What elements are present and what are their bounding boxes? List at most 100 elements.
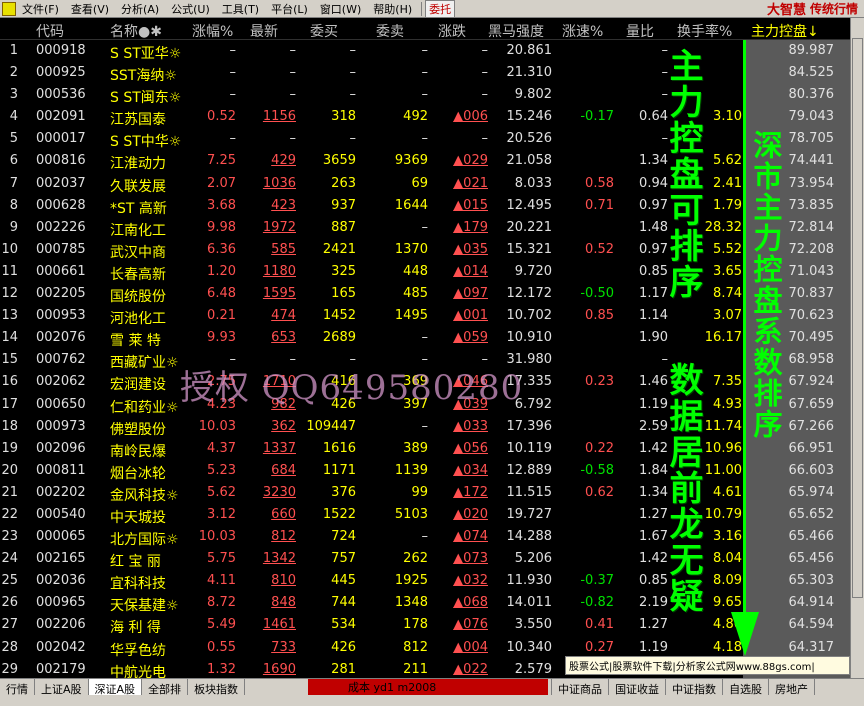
table-row[interactable]: 12 002205 国统股份 6.48 1595 165 485 ▲097 12.172 -0.5… bbox=[0, 283, 864, 305]
change: ▲179 bbox=[453, 219, 488, 235]
dark-horse-strength: 12.495 bbox=[506, 197, 553, 213]
change: ▲021 bbox=[453, 175, 488, 191]
bid-volume: – bbox=[349, 87, 357, 103]
tab-6[interactable]: 中证商品 bbox=[552, 679, 610, 696]
table-row[interactable]: 14 002076 雪 莱 特 9.93 653 2689– ▲059 10.910 1.90 1… bbox=[0, 327, 864, 349]
bid-volume: 1171 bbox=[322, 462, 356, 478]
column-header[interactable]: 涨幅% bbox=[192, 21, 233, 41]
table-row[interactable]: 1 000918 S ST亚华☼ – – – – –20.861–89.987 bbox=[0, 40, 864, 62]
column-header[interactable]: 代码 bbox=[36, 21, 64, 41]
table-row[interactable]: 9 002226 江南化工 9.98 1972 887– ▲179 20.221 1.48 28.… bbox=[0, 217, 864, 239]
row-index: 26 bbox=[1, 595, 18, 611]
column-header[interactable]: 主力控盘↓ bbox=[751, 21, 819, 41]
column-header[interactable]: 黑马强度 bbox=[488, 21, 544, 41]
row-index: 14 bbox=[1, 330, 18, 346]
last-price: 1036 bbox=[262, 175, 296, 191]
tab-2[interactable]: 深证A股 bbox=[88, 679, 143, 696]
change-pct: 1.32 bbox=[207, 661, 236, 677]
bid-volume: 744 bbox=[331, 595, 356, 611]
turnover-pct: 3.07 bbox=[713, 308, 742, 324]
main-control: 65.652 bbox=[788, 506, 835, 522]
main-control: 84.525 bbox=[788, 65, 835, 81]
main-control: 89.987 bbox=[788, 43, 835, 58]
row-index: 21 bbox=[1, 484, 18, 500]
down-arrow-icon bbox=[731, 612, 759, 656]
column-header[interactable]: 换手率% bbox=[677, 21, 732, 41]
change: ▲172 bbox=[453, 484, 488, 500]
stock-code: 002042 bbox=[36, 639, 86, 655]
change-pct: 3.68 bbox=[207, 197, 236, 213]
table-row[interactable]: 13 000953 河池化工 0.21 474 1452 1495 ▲001 10.702 0.8… bbox=[0, 305, 864, 327]
table-row[interactable]: 3 000536 S ST闽东☼ – – – – –9.802–80.376 bbox=[0, 84, 864, 106]
menu-trade[interactable]: 委托 bbox=[425, 0, 456, 18]
bid-volume: 1522 bbox=[322, 506, 356, 522]
change-pct: – bbox=[229, 65, 237, 81]
menu-item[interactable]: 文件(F) bbox=[16, 1, 65, 17]
column-header[interactable]: 名称●✱ bbox=[110, 21, 162, 41]
menu-item[interactable]: 平台(L) bbox=[265, 1, 314, 17]
table-row[interactable]: 10 000785 武汉中商 6.36 585 2421 1370 ▲035 15.321 0.5… bbox=[0, 239, 864, 261]
stock-code: 000065 bbox=[36, 529, 86, 545]
table-row[interactable]: 8 000628 *ST 高新 3.68 423 937 1644 ▲015 12.495 0.7… bbox=[0, 195, 864, 217]
tab-3[interactable]: 全部排 bbox=[142, 679, 189, 696]
table-row[interactable]: 24 002165 红 宝 丽 5.75 1342 757 262 ▲073 5.206 1.42… bbox=[0, 548, 864, 570]
column-header[interactable]: 最新 bbox=[250, 21, 278, 41]
table-row[interactable]: 25 002036 宜科科技 4.11 810 445 1925 ▲032 11.930 -0.3… bbox=[0, 570, 864, 592]
table-row[interactable]: 4 002091 江苏国泰 0.52 1156 318 492 ▲006 15.246 -0.17… bbox=[0, 106, 864, 128]
change-pct: 8.72 bbox=[207, 595, 236, 611]
column-header[interactable]: 委卖 bbox=[376, 21, 404, 41]
menu-item[interactable]: 工具(T) bbox=[216, 1, 265, 17]
stock-code: 000925 bbox=[36, 65, 86, 81]
column-header[interactable]: 量比 bbox=[626, 21, 654, 41]
table-row[interactable]: 19 002096 南岭民爆 4.37 1337 1616 389 ▲056 10.119 0.2… bbox=[0, 438, 864, 460]
vertical-scrollbar[interactable] bbox=[850, 18, 864, 678]
table-row[interactable]: 18 000973 佛塑股份 10.03 362 109447– ▲033 17.396 2.5… bbox=[0, 416, 864, 438]
bid-volume: 325 bbox=[331, 263, 356, 279]
tab-8[interactable]: 中证指数 bbox=[666, 679, 724, 696]
change-pct: 0.21 bbox=[207, 308, 236, 324]
ask-volume: 262 bbox=[403, 551, 428, 567]
change: ▲074 bbox=[453, 529, 488, 545]
table-row[interactable]: 20 000811 烟台冰轮 5.23 684 1171 1139 ▲034 12.889 -0.… bbox=[0, 460, 864, 482]
column-header[interactable]: 涨跌 bbox=[438, 21, 466, 41]
table-row[interactable]: 2 000925 SST海纳☼ – – – – –21.310–84.525 bbox=[0, 62, 864, 84]
tab-1[interactable]: 上证A股 bbox=[35, 679, 89, 696]
tab-7[interactable]: 国证收益 bbox=[609, 679, 667, 696]
table-row[interactable]: 5 000017 S ST中华☼ – – – – –20.526–78.705 bbox=[0, 128, 864, 150]
stock-code: 002206 bbox=[36, 617, 86, 633]
change-pct: 0.55 bbox=[207, 639, 236, 655]
column-header[interactable]: 委买 bbox=[310, 21, 338, 41]
tab-9[interactable]: 自选股 bbox=[723, 679, 770, 696]
scrollbar-thumb[interactable] bbox=[852, 38, 863, 598]
row-index: 6 bbox=[9, 153, 18, 169]
stock-code: 000540 bbox=[36, 506, 86, 522]
menu-item[interactable]: 查看(V) bbox=[65, 1, 115, 17]
ask-volume: – bbox=[421, 43, 429, 58]
table-row[interactable]: 7 002037 久联发展 2.07 1036 263 69 ▲021 8.033 0.58 0.9… bbox=[0, 173, 864, 195]
annotation-sortable: 主力控盘可排序 bbox=[663, 48, 703, 300]
ask-volume: 485 bbox=[403, 286, 428, 302]
volume-ratio: 1.84 bbox=[639, 462, 668, 478]
dark-horse-strength: 21.058 bbox=[506, 153, 553, 169]
speed-pct: 0.62 bbox=[585, 484, 614, 500]
table-row[interactable]: 23 000065 北方国际☼ 10.03 812 724– ▲074 14.288 1.67 3… bbox=[0, 526, 864, 548]
speed-pct: -0.82 bbox=[580, 595, 614, 611]
menu-item[interactable]: 窗口(W) bbox=[314, 1, 367, 17]
column-header[interactable]: 涨速% bbox=[562, 21, 603, 41]
volume-ratio: 1.34 bbox=[639, 484, 668, 500]
last-price: 812 bbox=[271, 529, 296, 545]
menu-item[interactable]: 分析(A) bbox=[115, 1, 165, 17]
tab-0[interactable]: 行情 bbox=[0, 679, 35, 696]
ask-volume: 1139 bbox=[394, 462, 428, 478]
table-row[interactable]: 6 000816 江淮动力 7.25 429 3659 9369 ▲029 21.058 1.34… bbox=[0, 150, 864, 172]
tab-10[interactable]: 房地产 bbox=[769, 679, 816, 696]
table-row[interactable]: 21 002202 金风科技☼ 5.62 3230 376 99 ▲172 11.515 0.62… bbox=[0, 482, 864, 504]
tab-4[interactable]: 板块指数 bbox=[188, 679, 246, 696]
menu-item[interactable]: 帮助(H) bbox=[367, 1, 418, 17]
stock-code: 000816 bbox=[36, 153, 86, 169]
menu-item[interactable]: 公式(U) bbox=[165, 1, 216, 17]
table-row[interactable]: 22 000540 中天城投 3.12 660 1522 5103 ▲020 19.727 1.2… bbox=[0, 504, 864, 526]
ad-banner[interactable]: 股票公式|股票软件下载|分析家公式网www.88gs.com| bbox=[565, 656, 850, 675]
ask-volume: 1370 bbox=[394, 241, 428, 257]
table-row[interactable]: 11 000661 长春高新 1.20 1180 325 448 ▲014 9.720 0.85 3… bbox=[0, 261, 864, 283]
